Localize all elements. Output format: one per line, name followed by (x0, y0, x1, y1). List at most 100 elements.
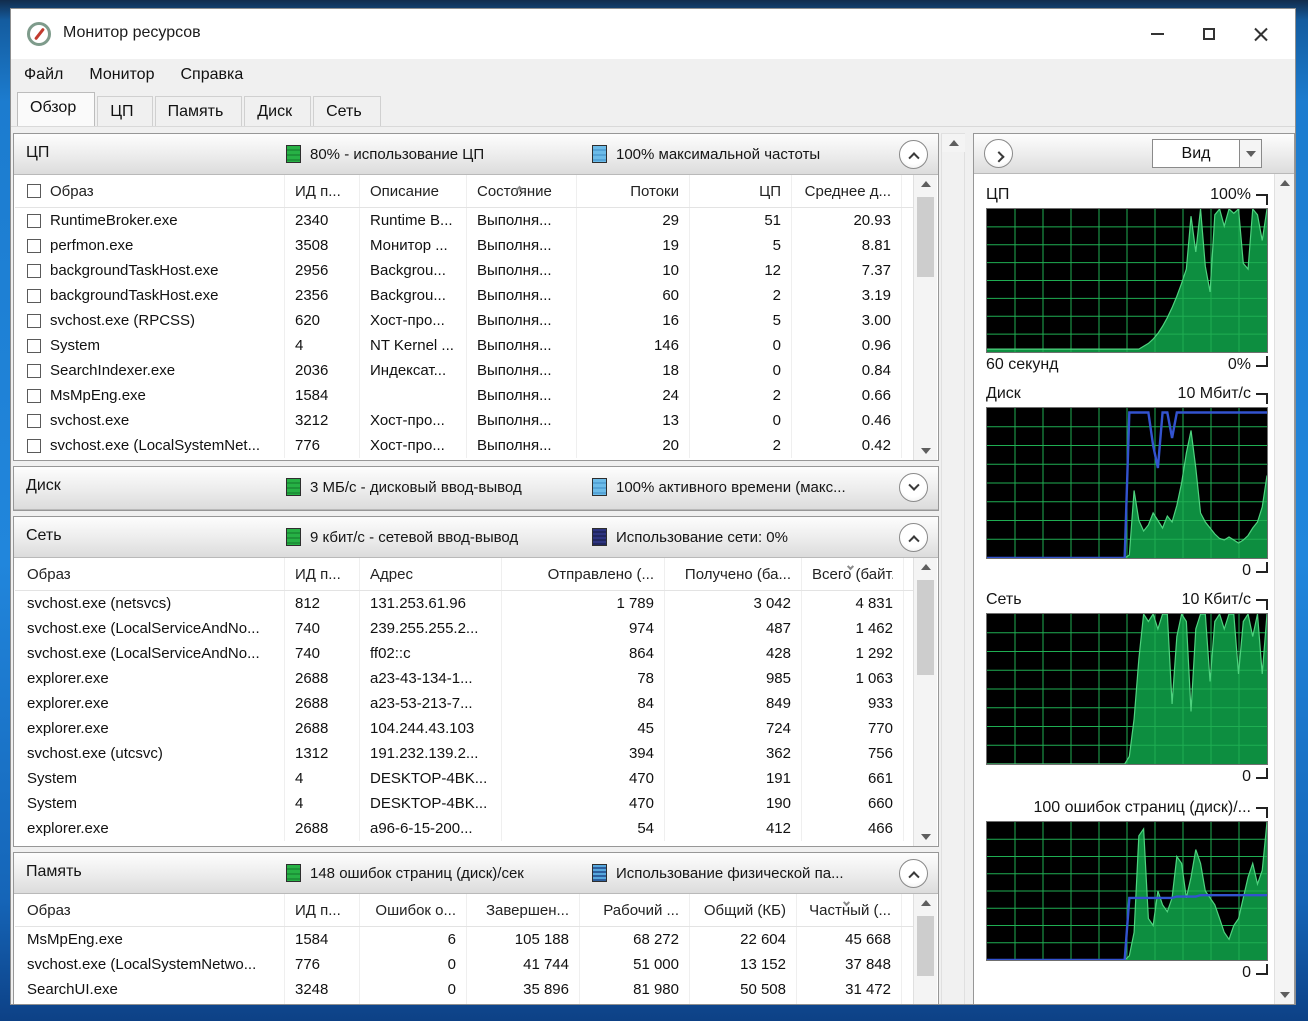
table-row[interactable]: SearchUI.exe3248035 89681 98050 50831 47… (15, 977, 913, 1002)
scrollbar-thumb[interactable] (917, 580, 934, 675)
table-row[interactable]: svchost.exe (RPCSS)620Хост-про...Выполня… (15, 308, 913, 333)
table-row[interactable]: perfmon.exe3508Монитор ...Выполня...1958… (15, 233, 913, 258)
cpu-table-scrollbar[interactable] (913, 175, 937, 460)
row-checkbox[interactable] (27, 239, 41, 253)
scroll-up-icon[interactable] (914, 175, 937, 193)
network-section-header[interactable]: Сеть 9 кбит/с - сетевой ввод-вывод Испол… (14, 517, 938, 558)
main-scrollbar[interactable] (941, 133, 965, 1005)
cpu-collapse-button[interactable] (899, 140, 928, 169)
column-header[interactable]: Всего (байт/с) (802, 558, 904, 590)
row-checkbox[interactable] (27, 289, 41, 303)
table-row[interactable]: System4016421 09211620 976 (15, 1002, 913, 1005)
row-checkbox[interactable] (27, 439, 41, 453)
column-header[interactable]: Образ (15, 175, 285, 207)
network-table-scrollbar[interactable] (913, 558, 937, 846)
table-row[interactable]: backgroundTaskHost.exe2356Backgrou...Вып… (15, 283, 913, 308)
table-row[interactable]: explorer.exe2688104.244.43.10345724770 (15, 716, 913, 741)
column-header[interactable]: Состояние (467, 175, 577, 207)
row-checkbox[interactable] (27, 264, 41, 278)
table-row[interactable]: svchost.exe (LocalSystemNetwo...776041 7… (15, 952, 913, 977)
column-header[interactable]: Отправлено (... (502, 558, 665, 590)
table-row[interactable]: svchost.exe3212Хост-про...Выполня...1300… (15, 408, 913, 433)
cpu-section-header[interactable]: ЦП 80% - использование ЦП 100% максималь… (14, 134, 938, 175)
scroll-down-icon[interactable] (1275, 986, 1294, 1004)
table-cell: 54 (502, 816, 665, 841)
table-row[interactable]: svchost.exe (utcsvc)1312191.232.139.2...… (15, 741, 913, 766)
column-header[interactable]: ЦП (690, 175, 792, 207)
column-header[interactable]: Ошибок о... (360, 894, 467, 926)
maximize-button[interactable] (1183, 17, 1235, 51)
tab-disk[interactable]: Диск (244, 96, 311, 126)
cell-text: Выполня... (477, 362, 552, 379)
table-row[interactable]: backgroundTaskHost.exe2956Backgrou...Вып… (15, 258, 913, 283)
cell-text: svchost.exe (netsvcs) (27, 595, 171, 612)
column-header[interactable]: ИД п... (285, 558, 360, 590)
column-header[interactable]: Образ (15, 558, 285, 590)
column-header[interactable]: Частный (... (797, 894, 902, 926)
table-row[interactable]: explorer.exe2688a23-53-213-7...84849933 (15, 691, 913, 716)
scroll-up-icon[interactable] (1275, 174, 1294, 192)
column-header[interactable]: Описание (360, 175, 467, 207)
close-button[interactable] (1235, 17, 1287, 51)
view-dropdown-button[interactable]: Вид (1152, 139, 1262, 168)
scroll-up-icon[interactable] (914, 894, 937, 912)
table-row[interactable]: MsMpEng.exe1584Выполня...2420.66 (15, 383, 913, 408)
column-header[interactable]: Общий (КБ) (690, 894, 797, 926)
column-header[interactable]: ИД п... (285, 175, 360, 207)
panel-scrollbar[interactable] (1274, 174, 1294, 1004)
table-row[interactable]: svchost.exe (LocalSystemNet...776Хост-пр… (15, 433, 913, 458)
table-row[interactable]: explorer.exe2688a96-6-15-200...54412466 (15, 816, 913, 841)
row-checkbox[interactable] (27, 314, 41, 328)
column-header[interactable]: Получено (ба... (665, 558, 802, 590)
panel-collapse-button[interactable] (984, 139, 1013, 168)
menu-help[interactable]: Справка (167, 62, 256, 88)
table-row[interactable]: explorer.exe2688a23-43-134-1...789851 06… (15, 666, 913, 691)
network-collapse-button[interactable] (899, 523, 928, 552)
table-cell: 4 (285, 333, 360, 358)
table-row[interactable]: System4DESKTOP-4BK...470191661 (15, 766, 913, 791)
menu-monitor[interactable]: Монитор (76, 62, 167, 88)
column-header[interactable]: Потоки (577, 175, 690, 207)
disk-section-header[interactable]: Диск 3 МБ/с - дисковый ввод-вывод 100% а… (14, 467, 938, 510)
dropdown-arrow-icon[interactable] (1239, 140, 1261, 167)
row-checkbox[interactable] (27, 339, 41, 353)
tab-cpu[interactable]: ЦП (97, 96, 152, 126)
row-checkbox[interactable] (27, 184, 41, 198)
row-checkbox[interactable] (27, 364, 41, 378)
table-cell: 0 (690, 358, 792, 383)
table-row[interactable]: svchost.exe (LocalServiceAndNo...740239.… (15, 616, 913, 641)
table-row[interactable]: svchost.exe (netsvcs)812131.253.61.961 7… (15, 591, 913, 616)
scrollbar-thumb[interactable] (917, 916, 934, 976)
column-header[interactable]: ИД п... (285, 894, 360, 926)
memory-collapse-button[interactable] (899, 859, 928, 888)
table-cell: 2036 (285, 358, 360, 383)
scrollbar-thumb[interactable] (917, 197, 934, 277)
disk-expand-button[interactable] (899, 473, 928, 502)
menu-file[interactable]: Файл (11, 62, 76, 88)
table-row[interactable]: System4DESKTOP-4BK...470190660 (15, 791, 913, 816)
column-header[interactable]: Завершен... (467, 894, 580, 926)
table-row[interactable]: svchost.exe (LocalServiceAndNo...740ff02… (15, 641, 913, 666)
row-checkbox[interactable] (27, 389, 41, 403)
scroll-down-icon[interactable] (914, 442, 937, 460)
table-row[interactable]: System4NT Kernel ...Выполня...14600.96 (15, 333, 913, 358)
memory-section-header[interactable]: Память 148 ошибок страниц (диск)/сек Исп… (14, 853, 938, 894)
row-checkbox[interactable] (27, 414, 41, 428)
scroll-down-icon[interactable] (914, 828, 937, 846)
column-header[interactable]: Рабочий ... (580, 894, 690, 926)
table-row[interactable]: SearchIndexer.exe2036Индексат...Выполня.… (15, 358, 913, 383)
memory-table-scrollbar[interactable] (913, 894, 937, 1005)
scroll-up-icon[interactable] (914, 558, 937, 576)
minimize-button[interactable] (1131, 17, 1183, 51)
tab-memory[interactable]: Память (155, 96, 243, 126)
tab-network[interactable]: Сеть (313, 96, 381, 126)
column-header[interactable]: Среднее д... (792, 175, 902, 207)
table-header-row: ОбразИД п...ОписаниеСостояниеПотокиЦПСре… (15, 175, 913, 208)
tab-overview[interactable]: Обзор (17, 92, 95, 126)
column-header[interactable]: Адрес (360, 558, 502, 590)
row-checkbox[interactable] (27, 214, 41, 228)
table-row[interactable]: RuntimeBroker.exe2340Runtime B...Выполня… (15, 208, 913, 233)
column-header[interactable]: Образ (15, 894, 285, 926)
table-row[interactable]: MsMpEng.exe15846105 18868 27222 60445 66… (15, 927, 913, 952)
scroll-up-icon[interactable] (942, 134, 965, 152)
